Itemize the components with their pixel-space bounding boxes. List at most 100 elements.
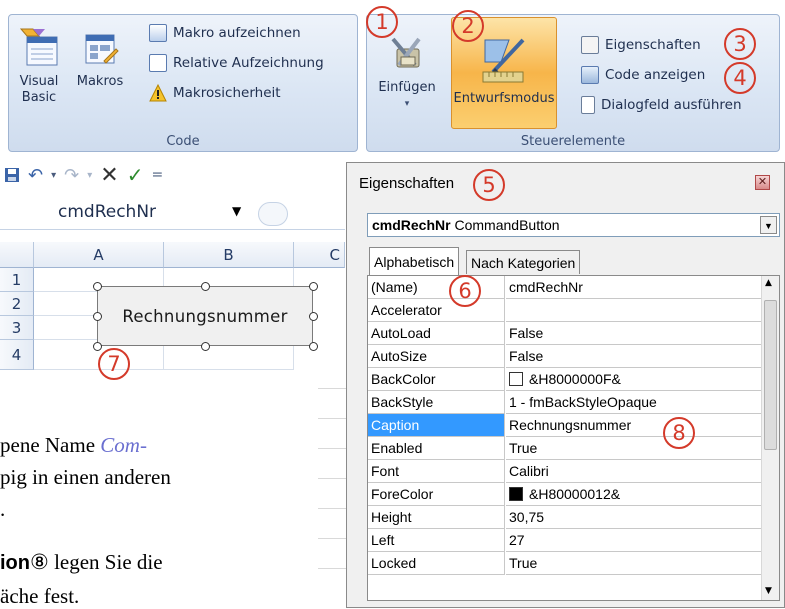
- name-box[interactable]: cmdRechNr: [58, 202, 156, 222]
- property-row[interactable]: BackColor &H8000000F&: [368, 368, 762, 391]
- ribbon: Visual Basic Makros Makro aufzeichnen Re…: [0, 0, 785, 156]
- close-icon[interactable]: ✕: [755, 175, 770, 190]
- tab-alphabetisch[interactable]: Alphabetisch: [369, 247, 460, 275]
- property-value[interactable]: 30,75: [506, 506, 762, 529]
- row-header-4[interactable]: 4: [0, 340, 34, 370]
- redo-dropdown-icon[interactable]: ▾: [87, 170, 92, 181]
- callout-6: 6: [449, 275, 481, 307]
- function-button[interactable]: [258, 202, 288, 226]
- resize-handle[interactable]: [93, 282, 102, 291]
- property-value[interactable]: True: [506, 437, 762, 460]
- property-row[interactable]: Accelerator: [368, 299, 762, 322]
- name-box-dropdown-icon[interactable]: ▼: [232, 204, 241, 218]
- column-header-c[interactable]: C: [294, 242, 345, 268]
- macros-icon: [85, 34, 119, 64]
- resize-handle[interactable]: [309, 342, 318, 351]
- controls-group-label: Steuerelemente: [520, 134, 626, 149]
- visual-basic-button[interactable]: Visual Basic: [13, 27, 65, 106]
- properties-title-bar[interactable]: Eigenschaften ✕: [347, 163, 784, 201]
- property-value[interactable]: 1 - fmBackStyleOpaque: [506, 391, 762, 414]
- select-all-corner[interactable]: [0, 242, 34, 268]
- customize-toolbar-icon[interactable]: =: [151, 167, 163, 183]
- scrollbar-thumb[interactable]: [764, 300, 777, 450]
- property-row[interactable]: Height 30,75: [368, 506, 762, 529]
- makros-label: Makros: [76, 74, 124, 89]
- property-row[interactable]: Enabled True: [368, 437, 762, 460]
- property-value[interactable]: Calibri: [506, 460, 762, 483]
- row-header-3[interactable]: 3: [0, 316, 34, 340]
- property-name: Left: [368, 529, 505, 552]
- property-value[interactable]: 27: [506, 529, 762, 552]
- resize-handle[interactable]: [93, 342, 102, 351]
- property-name: Locked: [368, 552, 505, 575]
- property-row[interactable]: Font Calibri: [368, 460, 762, 483]
- text-line-4: ion⑧ legen Sie die: [0, 550, 163, 575]
- property-value[interactable]: cmdRechNr: [506, 276, 762, 299]
- property-row[interactable]: Locked True: [368, 552, 762, 575]
- cancel-entry-icon[interactable]: ✕: [100, 163, 118, 188]
- column-header-a[interactable]: A: [34, 242, 164, 268]
- property-row[interactable]: BackStyle 1 - fmBackStyleOpaque: [368, 391, 762, 414]
- property-value[interactable]: False: [506, 345, 762, 368]
- property-value[interactable]: True: [506, 552, 762, 575]
- resize-handle[interactable]: [309, 312, 318, 321]
- macro-security-button[interactable]: Makrosicherheit: [149, 81, 281, 105]
- row-header-2[interactable]: 2: [0, 292, 34, 316]
- property-value[interactable]: False: [506, 322, 762, 345]
- property-value[interactable]: &H8000000F&: [506, 368, 762, 391]
- insert-button[interactable]: Einfügen ▾: [371, 35, 443, 112]
- property-value[interactable]: &H80000012&: [506, 483, 762, 506]
- property-row[interactable]: (Name) cmdRechNr: [368, 276, 762, 299]
- properties-button[interactable]: Eigenschaften: [581, 33, 701, 57]
- property-value[interactable]: [506, 299, 762, 322]
- view-code-label: Code anzeigen: [605, 67, 706, 83]
- view-code-button[interactable]: Code anzeigen: [581, 63, 705, 87]
- object-selector[interactable]: cmdRechNr CommandButton ▼: [367, 213, 780, 237]
- callout-5: 5: [473, 169, 505, 201]
- callout-1: 1: [366, 6, 398, 38]
- record-macro-label: Makro aufzeichnen: [173, 25, 301, 41]
- resize-handle[interactable]: [201, 342, 210, 351]
- scroll-down-icon[interactable]: ▼: [765, 586, 772, 596]
- property-row[interactable]: ForeColor &H80000012&: [368, 483, 762, 506]
- design-mode-label: Entwurfsmodus: [453, 91, 555, 106]
- scroll-up-icon[interactable]: ▲: [765, 278, 772, 288]
- property-value[interactable]: Rechnungsnummer: [506, 414, 762, 437]
- undo-icon[interactable]: ↶: [28, 165, 43, 186]
- command-button-rechnungsnummer[interactable]: Rechnungsnummer: [97, 286, 313, 346]
- resize-handle[interactable]: [309, 282, 318, 291]
- warning-icon: [149, 84, 167, 102]
- property-row[interactable]: Left 27: [368, 529, 762, 552]
- resize-handle[interactable]: [93, 312, 102, 321]
- toolbox-icon: [391, 37, 421, 68]
- properties-icon: [581, 36, 599, 54]
- save-icon[interactable]: [4, 167, 20, 183]
- relative-recording-button[interactable]: Relative Aufzeichnung: [149, 51, 324, 75]
- text-line-5: äche fest.: [0, 584, 80, 608]
- property-name: Enabled: [368, 437, 505, 460]
- tab-nach-kategorien[interactable]: Nach Kategorien: [466, 250, 581, 274]
- enter-entry-icon[interactable]: ✓: [127, 163, 144, 187]
- chevron-down-icon[interactable]: ▼: [760, 216, 777, 234]
- run-dialog-button[interactable]: Dialogfeld ausführen: [581, 93, 742, 117]
- view-code-icon: [581, 66, 599, 84]
- property-grid: (Name) cmdRechNr Accelerator AutoLoad Fals…: [367, 275, 780, 601]
- resize-handle[interactable]: [201, 282, 210, 291]
- column-header-b[interactable]: B: [164, 242, 294, 268]
- property-row[interactable]: AutoSize False: [368, 345, 762, 368]
- insert-label: Einfügen: [378, 80, 436, 95]
- property-row[interactable]: AutoLoad False: [368, 322, 762, 345]
- property-row-selected[interactable]: Caption Rechnungsnummer: [368, 414, 762, 437]
- worksheet-grid: A B C 1 2 3 4 Rechnungsnummer 7: [0, 242, 345, 384]
- chevron-down-icon: ▾: [404, 99, 410, 109]
- object-type: CommandButton: [454, 217, 560, 233]
- text-line-1-part-b: Com-: [100, 433, 147, 457]
- record-macro-button[interactable]: Makro aufzeichnen: [149, 21, 301, 45]
- property-scrollbar[interactable]: ▲ ▼: [761, 276, 779, 600]
- row-header-1[interactable]: 1: [0, 268, 34, 292]
- relative-recording-icon: [149, 54, 167, 72]
- makros-button[interactable]: Makros: [75, 27, 125, 90]
- redo-icon[interactable]: ↷: [64, 165, 79, 186]
- properties-label: Eigenschaften: [605, 37, 701, 53]
- undo-dropdown-icon[interactable]: ▾: [51, 170, 56, 181]
